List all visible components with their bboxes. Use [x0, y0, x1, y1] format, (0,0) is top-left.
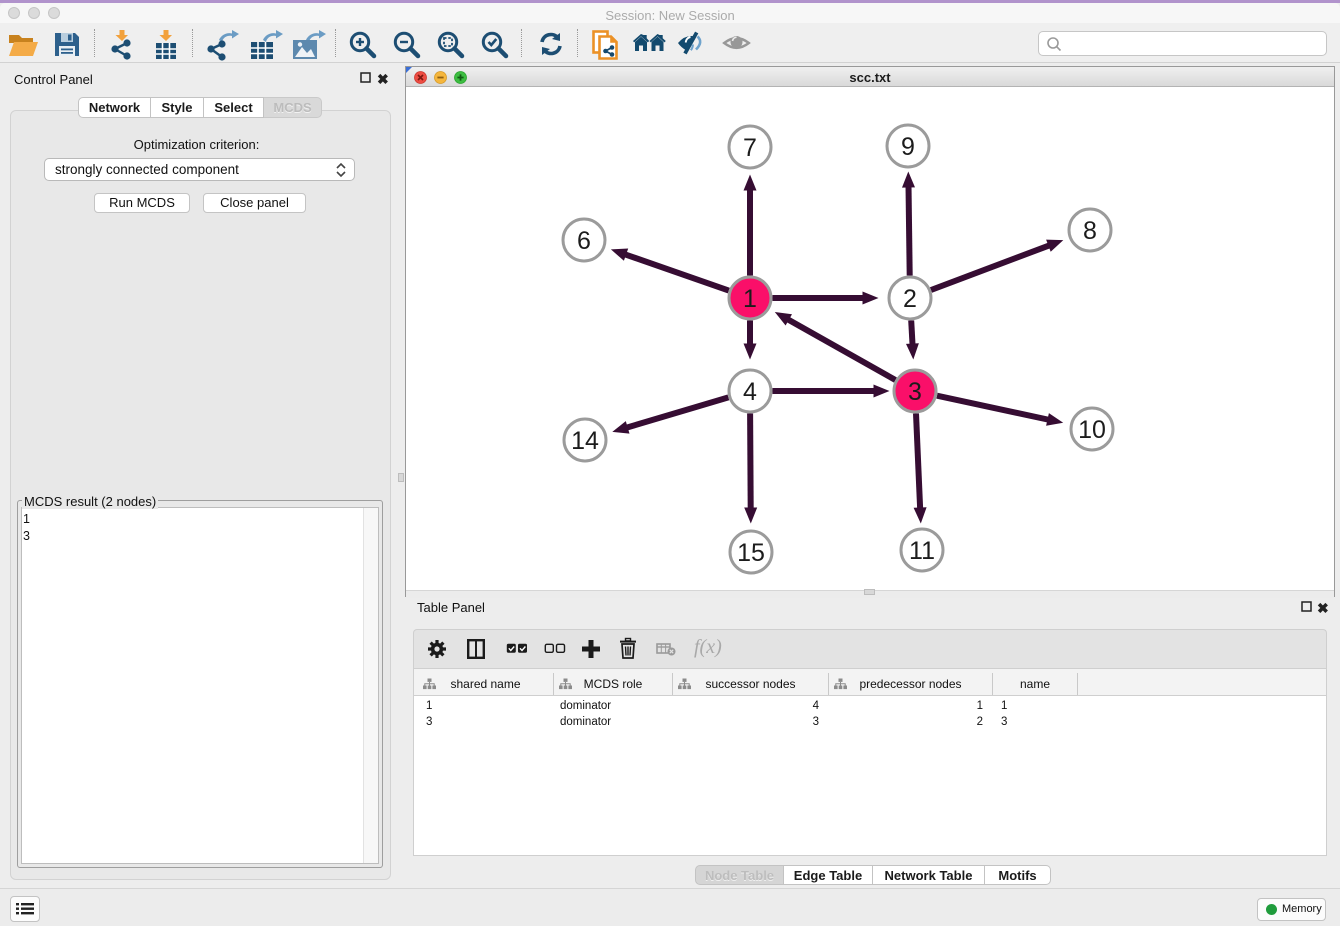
- svg-text:3: 3: [908, 378, 922, 406]
- svg-text:10: 10: [1078, 416, 1106, 444]
- svg-text:7: 7: [743, 134, 757, 162]
- svg-text:8: 8: [1083, 217, 1097, 245]
- svg-text:6: 6: [577, 227, 591, 255]
- svg-text:1: 1: [743, 285, 757, 313]
- svg-text:2: 2: [903, 285, 917, 313]
- svg-text:15: 15: [737, 539, 765, 567]
- svg-text:11: 11: [909, 537, 935, 565]
- svg-text:14: 14: [571, 427, 599, 455]
- svg-text:4: 4: [743, 378, 757, 406]
- svg-text:9: 9: [901, 133, 915, 161]
